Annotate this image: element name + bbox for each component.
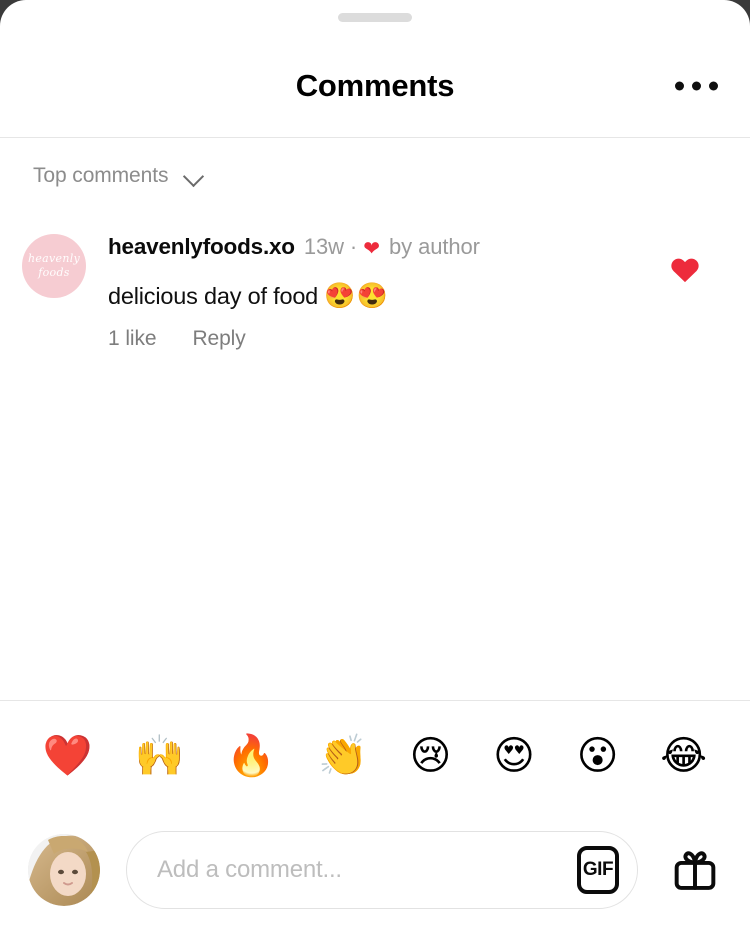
gift-icon — [674, 851, 716, 890]
avatar-photo — [28, 834, 100, 906]
comment-composer: GIF — [0, 810, 750, 930]
comment-input-container[interactable]: GIF — [126, 831, 638, 909]
crying-face-emoji[interactable]: 😢 — [406, 732, 456, 780]
comment-reply-button[interactable]: Reply — [192, 327, 245, 351]
quick-emoji-bar: ❤️ 🙌 🔥 👏 😢 😍 😮 😂 — [0, 700, 750, 810]
avatar-wordmark-line2: foods — [38, 266, 70, 279]
meta-separator: · — [349, 234, 358, 259]
gift-button[interactable] — [664, 839, 726, 901]
more-dot — [709, 81, 718, 90]
page-title: Comments — [295, 67, 455, 103]
fire-emoji[interactable]: 🔥 — [222, 732, 280, 780]
comment-text-emoji: 😍😍 — [324, 282, 389, 310]
comment-actions: 1 like Reply — [108, 327, 688, 351]
sheet-header: Comments — [0, 34, 750, 138]
gif-button[interactable]: GIF — [577, 846, 619, 894]
comment-body: heavenlyfoods.xo 13w · ❤ by author delic… — [86, 230, 728, 351]
clapping-hands-emoji[interactable]: 👏 — [314, 732, 372, 780]
sort-selector[interactable]: Top comments — [0, 138, 750, 214]
raising-hands-emoji[interactable]: 🙌 — [131, 732, 189, 780]
heart-filled-icon: ❤ — [363, 238, 381, 260]
author-badge: by author — [389, 234, 480, 259]
comment-item: heavenly foods heavenlyfoods.xo 13w · ❤ … — [0, 226, 750, 351]
comment-input[interactable] — [157, 856, 577, 884]
open-mouth-emoji[interactable]: 😮 — [573, 732, 623, 780]
more-horizontal-icon[interactable] — [665, 71, 728, 100]
comment-like-count[interactable]: 1 like — [108, 327, 157, 351]
comment-text-row: delicious day of food 😍😍 — [108, 275, 688, 317]
tears-of-joy-emoji[interactable]: 😂 — [656, 732, 711, 780]
comment-timestamp: 13w — [303, 234, 344, 259]
comment-text: delicious day of food — [108, 283, 319, 309]
comment-like-button[interactable] — [664, 250, 706, 289]
more-dot — [675, 81, 684, 90]
heart-eyes-emoji[interactable]: 😍 — [489, 732, 539, 780]
drag-handle-area[interactable] — [0, 0, 750, 34]
avatar-image: heavenly foods — [22, 234, 86, 298]
more-dot — [692, 81, 701, 90]
comment-username[interactable]: heavenlyfoods.xo — [108, 234, 295, 259]
comments-sheet: Comments Top comments heavenly foods hea… — [0, 0, 750, 930]
comment-list: heavenly foods heavenlyfoods.xo 13w · ❤ … — [0, 214, 750, 700]
red-heart-emoji[interactable]: ❤️ — [39, 732, 97, 780]
comment-meta: heavenlyfoods.xo 13w · ❤ by author — [108, 230, 688, 271]
heart-filled-icon — [671, 258, 699, 283]
avatar[interactable]: heavenly foods — [22, 234, 86, 298]
sort-label: Top comments — [33, 164, 169, 187]
chevron-down-icon — [185, 167, 204, 186]
avatar-wordmark-line1: heavenly — [27, 252, 81, 265]
current-user-avatar[interactable] — [28, 834, 100, 906]
drag-handle[interactable] — [338, 12, 412, 22]
